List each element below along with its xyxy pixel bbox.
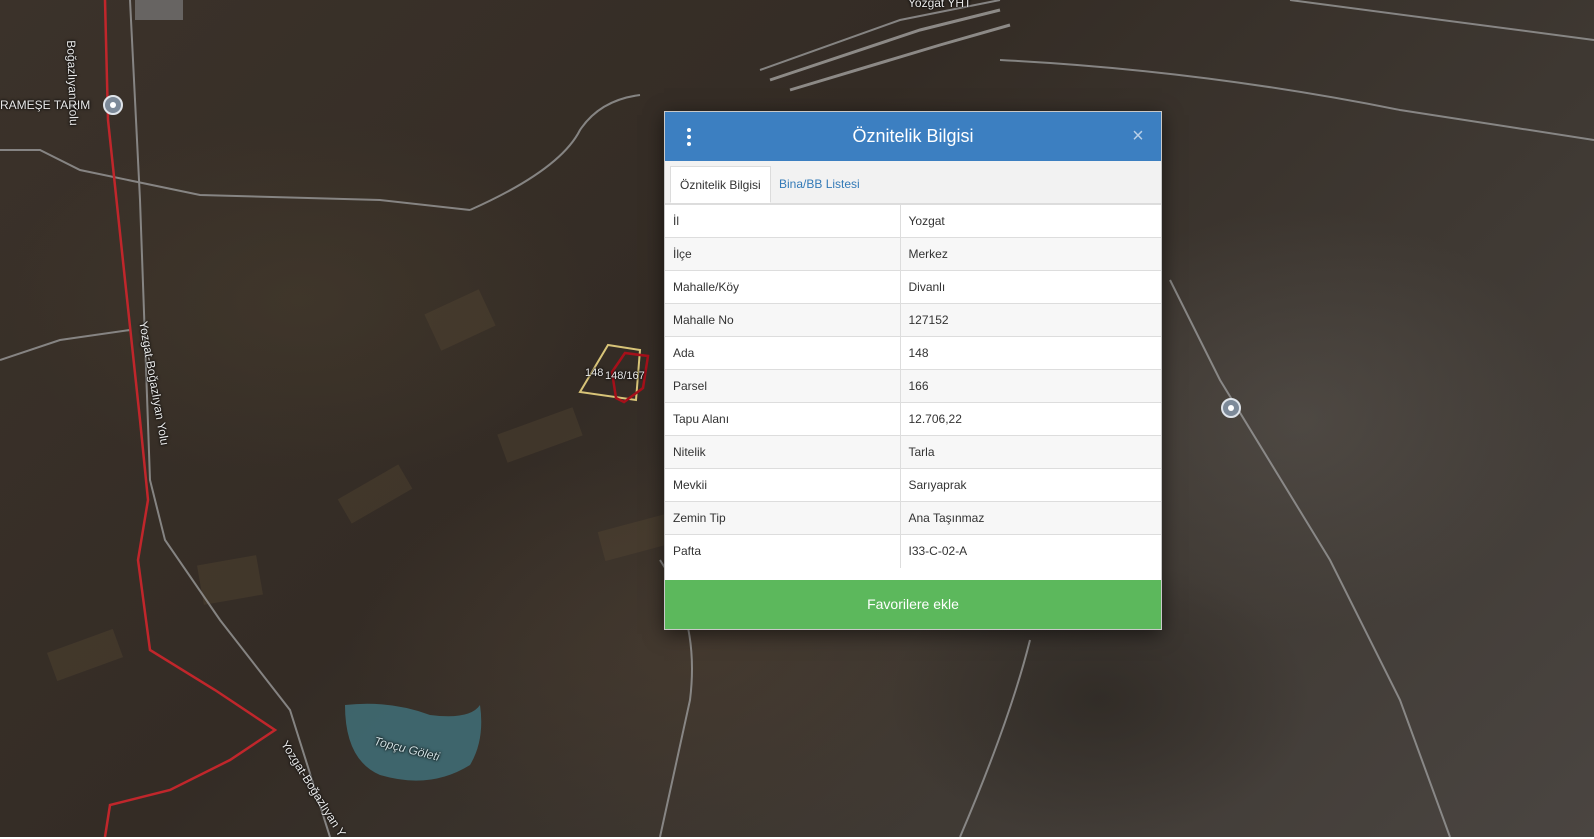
attr-key: Parsel (665, 369, 901, 403)
dialog-title: Öznitelik Bilgisi (852, 126, 974, 146)
attribute-table: İl Yozgat İlçe Merkez Mahalle/Köy Divanl… (665, 204, 1161, 568)
attr-value: Ana Taşınmaz (900, 501, 1161, 535)
close-icon[interactable]: × (1127, 124, 1149, 148)
attribute-info-dialog: Öznitelik Bilgisi × Öznitelik Bilgisi Bi… (664, 111, 1162, 630)
tab-attribute-info[interactable]: Öznitelik Bilgisi (670, 166, 771, 203)
table-row: Mahalle No 127152 (665, 303, 1161, 337)
table-row: İl Yozgat (665, 204, 1161, 238)
attr-key: Tapu Alanı (665, 402, 901, 436)
attr-value: 166 (900, 369, 1161, 403)
attr-key: İl (665, 204, 901, 238)
tab-building-list[interactable]: Bina/BB Listesi (770, 166, 869, 203)
attr-key: Mevkii (665, 468, 901, 502)
table-row: Parsel 166 (665, 369, 1161, 403)
location-pin-icon[interactable] (103, 95, 123, 115)
attr-value: 127152 (900, 303, 1161, 337)
attr-value: 148 (900, 336, 1161, 370)
attr-key: Mahalle No (665, 303, 901, 337)
attr-value: Yozgat (900, 204, 1161, 238)
attr-value: Tarla (900, 435, 1161, 469)
dialog-tabs: Öznitelik Bilgisi Bina/BB Listesi (665, 161, 1161, 204)
attr-value: Sarıyaprak (900, 468, 1161, 502)
attr-key: Mahalle/Köy (665, 270, 901, 304)
parcel-label-b: 148/167 (605, 370, 645, 382)
dialog-header: Öznitelik Bilgisi × (665, 112, 1161, 161)
table-row: Pafta I33-C-02-A (665, 534, 1161, 568)
table-row: Nitelik Tarla (665, 435, 1161, 469)
add-to-favorites-button[interactable]: Favorilere ekle (665, 580, 1161, 629)
poi-label-tarim: RAMEŞE TARIM (0, 98, 91, 112)
attr-key: Pafta (665, 534, 901, 568)
table-row: Zemin Tip Ana Taşınmaz (665, 501, 1161, 535)
road-label-top: Boğazlıyan Yolu (64, 40, 81, 126)
attr-value: I33-C-02-A (900, 534, 1161, 568)
parcel-label-a: 148 (585, 367, 604, 379)
station-label: Yozgat YHT (908, 0, 972, 10)
museum-pin-icon[interactable] (1221, 398, 1241, 418)
table-row: Ada 148 (665, 336, 1161, 370)
table-row: Mahalle/Köy Divanlı (665, 270, 1161, 304)
table-row: Mevkii Sarıyaprak (665, 468, 1161, 502)
attr-key: Nitelik (665, 435, 901, 469)
table-row: Tapu Alanı 12.706,22 (665, 402, 1161, 436)
attr-value: Divanlı (900, 270, 1161, 304)
attr-key: İlçe (665, 237, 901, 271)
attr-key: Ada (665, 336, 901, 370)
table-row: İlçe Merkez (665, 237, 1161, 271)
attr-value: Merkez (900, 237, 1161, 271)
attr-key: Zemin Tip (665, 501, 901, 535)
attr-value: 12.706,22 (900, 402, 1161, 436)
